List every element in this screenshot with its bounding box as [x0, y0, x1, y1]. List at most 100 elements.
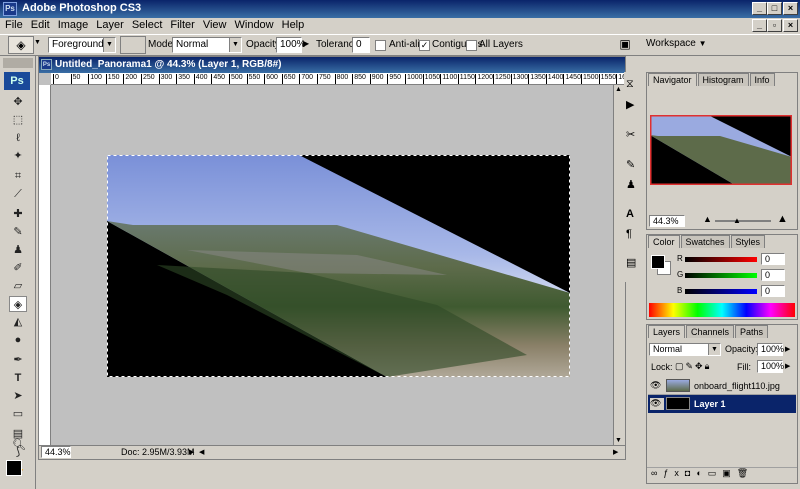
panorama-canvas[interactable]	[107, 155, 570, 377]
g-input[interactable]: 0	[761, 269, 785, 281]
tolerance-input[interactable]: 0	[352, 37, 370, 53]
menu-file[interactable]: File	[0, 18, 26, 31]
tab-styles[interactable]: Styles	[730, 235, 766, 248]
menu-layer[interactable]: Layer	[91, 18, 127, 31]
dodge-tool-icon[interactable]: ●	[9, 332, 27, 348]
zoom-input[interactable]: 44.3%	[41, 446, 71, 458]
close-button[interactable]: ×	[783, 2, 798, 15]
fill-arrow-icon[interactable]: ▶	[785, 362, 790, 370]
navigator-zoom-input[interactable]: 44.3%	[649, 215, 685, 227]
lock-icons[interactable]: ▢✎✥🔒︎	[675, 361, 711, 372]
antialias-checkbox[interactable]	[375, 40, 386, 51]
doc-close-button[interactable]: ×	[783, 19, 798, 32]
eye-icon[interactable]: 👁︎	[650, 380, 661, 391]
minimize-button[interactable]: _	[752, 2, 767, 15]
crop-tool-icon[interactable]: ⌗	[9, 168, 27, 184]
navigator-zoom-slider[interactable]	[715, 220, 771, 222]
tab-paths[interactable]: Paths	[735, 325, 769, 338]
foreground-color-swatch[interactable]	[6, 460, 22, 476]
color-foreground-swatch[interactable]	[651, 255, 665, 269]
scroll-right-icon[interactable]: ▶	[613, 448, 618, 456]
clone-stamp-tool-icon[interactable]: ♟	[9, 242, 27, 258]
document-title-bar[interactable]: Ps Untitled_Panorama1 @ 44.3% (Layer 1, …	[39, 57, 625, 73]
blend-mode-select[interactable]: Normal ▼	[649, 343, 721, 356]
vertical-ruler[interactable]	[39, 85, 51, 445]
opacity-slider-arrow-icon[interactable]: ▶	[303, 39, 309, 48]
bridge-icon[interactable]: ▣	[616, 37, 634, 53]
paint-bucket-preset-icon[interactable]: ◈	[8, 36, 34, 54]
opacity-arrow-icon[interactable]: ▶	[785, 345, 790, 353]
maximize-button[interactable]: □	[767, 2, 782, 15]
slice-tool-icon[interactable]: ⟋	[9, 186, 27, 202]
pen-tool-icon[interactable]: ✒	[9, 352, 27, 368]
move-tool-icon[interactable]: ✥	[9, 94, 27, 110]
blur-tool-icon[interactable]: ◭	[9, 314, 27, 330]
eye-icon[interactable]: 👁︎	[650, 398, 664, 410]
lasso-tool-icon[interactable]: ℓ	[9, 130, 27, 146]
navigator-thumbnail[interactable]	[650, 115, 792, 185]
r-slider[interactable]	[685, 257, 757, 262]
status-menu-arrow-icon[interactable]: ▶	[189, 448, 194, 456]
menu-help[interactable]: Help	[277, 18, 308, 31]
paragraph-panel-icon[interactable]: ¶	[626, 228, 632, 240]
scroll-up-icon[interactable]: ▲	[615, 86, 622, 93]
scroll-down-icon[interactable]: ▼	[615, 437, 622, 444]
photoshop-badge-icon[interactable]: Ps	[4, 72, 30, 90]
color-spectrum-bar[interactable]	[649, 303, 795, 317]
magic-wand-tool-icon[interactable]: ✦	[9, 148, 27, 164]
scroll-left-icon[interactable]: ◀	[199, 448, 204, 456]
layers-footer-icons[interactable]: ∞ƒx◘◐▭▣🗑︎	[647, 467, 797, 483]
menu-edit[interactable]: Edit	[26, 18, 53, 31]
tab-color[interactable]: Color	[648, 235, 680, 248]
layer-row-selected[interactable]: 👁︎ Layer 1	[648, 395, 796, 413]
horizontal-ruler[interactable]: 0 50 100 150 200 250 300 350 400 450 500 550 600 650 7…	[51, 73, 630, 85]
brush-tool-icon[interactable]: ✎	[9, 224, 27, 240]
actions-panel-icon[interactable]: ▶	[626, 98, 634, 111]
menu-filter[interactable]: Filter	[165, 18, 197, 31]
type-tool-icon[interactable]: T	[9, 370, 27, 386]
doc-minimize-button[interactable]: _	[752, 19, 767, 32]
menu-window[interactable]: Window	[230, 18, 277, 31]
b-slider[interactable]	[685, 289, 757, 294]
history-brush-tool-icon[interactable]: ✐	[9, 260, 27, 276]
menu-view[interactable]: View	[198, 18, 230, 31]
path-selection-tool-icon[interactable]: ➤	[9, 388, 27, 404]
zoom-out-icon[interactable]: ▲	[703, 214, 712, 224]
mode-select[interactable]: Normal ▼	[172, 37, 242, 53]
tab-navigator[interactable]: Navigator	[648, 73, 697, 86]
menu-select[interactable]: Select	[127, 18, 166, 31]
opacity-input[interactable]: 100%	[276, 37, 306, 53]
tab-channels[interactable]: Channels	[686, 325, 735, 338]
contiguous-checkbox[interactable]: ✓	[419, 40, 430, 51]
brushes-panel-icon[interactable]: ✎	[626, 158, 635, 171]
zoom-tool-icon[interactable]: 🔍︎	[12, 438, 26, 451]
paint-bucket-tool-icon[interactable]: ◈	[9, 296, 27, 312]
tab-info[interactable]: Info	[749, 73, 775, 86]
fill-source-select[interactable]: Foreground ▼	[48, 37, 116, 53]
b-input[interactable]: 0	[761, 285, 785, 297]
history-panel-icon[interactable]: ⧖	[626, 78, 634, 91]
doc-restore-button[interactable]: ▫	[767, 19, 782, 32]
zoom-slider-thumb-icon[interactable]: ▲	[733, 216, 741, 225]
all-layers-checkbox[interactable]	[466, 40, 477, 51]
layer-comps-icon[interactable]: ▤	[626, 256, 636, 269]
shape-tool-icon[interactable]: ▭	[9, 406, 27, 422]
r-input[interactable]: 0	[761, 253, 785, 265]
tab-histogram[interactable]: Histogram	[697, 73, 749, 86]
tab-layers[interactable]: Layers	[648, 325, 686, 338]
tab-swatches[interactable]: Swatches	[680, 235, 730, 248]
layer-row[interactable]: 👁︎ onboard_flight110.jpg	[648, 377, 796, 395]
eraser-tool-icon[interactable]: ▱	[9, 278, 27, 294]
canvas-area[interactable]	[51, 85, 623, 445]
g-slider[interactable]	[685, 273, 757, 278]
character-panel-icon[interactable]: A	[626, 208, 634, 220]
marquee-tool-icon[interactable]: ⬚	[9, 112, 27, 128]
preset-dropdown-arrow-icon[interactable]: ▼	[34, 39, 41, 46]
zoom-in-icon[interactable]: ▲	[777, 213, 788, 225]
clone-source-icon[interactable]: ♟	[626, 178, 636, 191]
layer-fill-input[interactable]: 100%	[757, 360, 784, 373]
toolbox-grip[interactable]	[3, 58, 33, 68]
menu-image[interactable]: Image	[53, 18, 92, 31]
layer-opacity-input[interactable]: 100%	[757, 343, 784, 356]
pattern-picker[interactable]	[120, 36, 146, 54]
